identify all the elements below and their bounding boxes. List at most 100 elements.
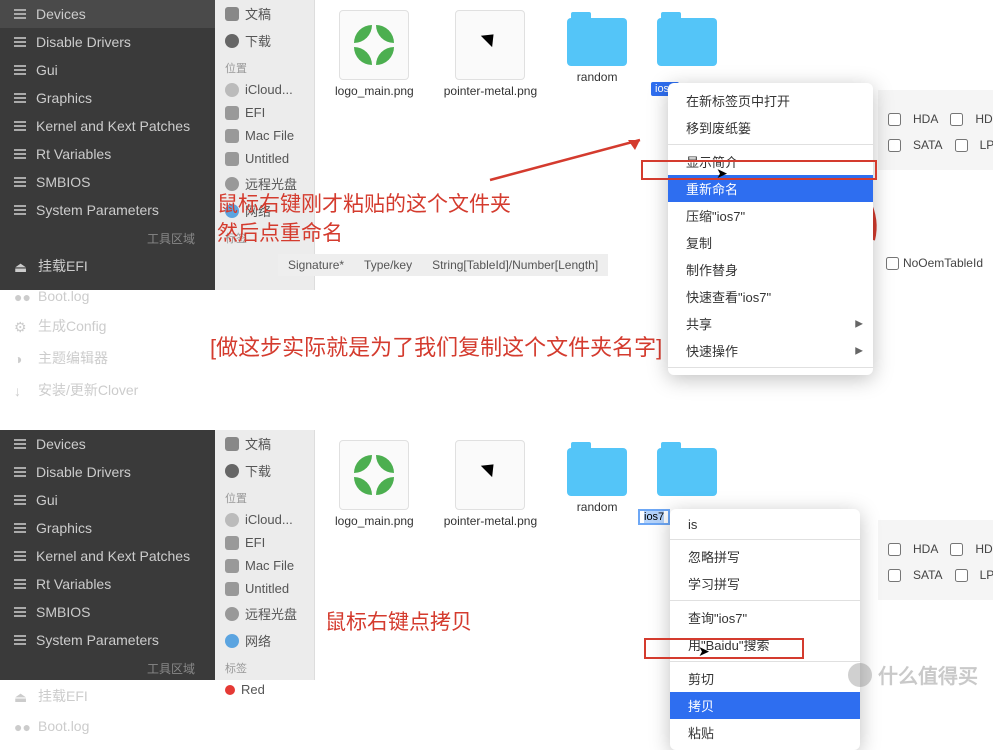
sidebar-item-gui[interactable]: Gui	[0, 56, 215, 84]
sidebar-item-rt[interactable]: Rt Variables	[0, 570, 215, 598]
file-thumb	[455, 10, 525, 80]
checkbox-nooem[interactable]	[886, 257, 899, 270]
mouse-cursor-icon: ➤	[716, 165, 728, 182]
finder-sb-downloads[interactable]: 下载	[215, 457, 314, 484]
ctx-learn-spell[interactable]: 学习拼写	[670, 570, 860, 597]
sidebar-item-kernel[interactable]: Kernel and Kext Patches	[0, 542, 215, 570]
sidebar-item-sysparams[interactable]: System Parameters	[0, 626, 215, 654]
sidebar-item-graphics[interactable]: Graphics	[0, 84, 215, 112]
file-pointer[interactable]: pointer-metal.png	[444, 10, 537, 98]
finder-sb-network[interactable]: 网络	[215, 627, 314, 654]
tool-install[interactable]: ↓安装/更新Clover	[0, 374, 215, 406]
checkbox-sata[interactable]	[888, 569, 901, 582]
screenshot-bottom: Devices Disable Drivers Gui Graphics Ker…	[0, 430, 993, 680]
screenshot-top: Devices Disable Drivers Gui Graphics Ker…	[0, 0, 993, 290]
file-random[interactable]: random	[567, 10, 627, 98]
checkbox-hda[interactable]	[888, 543, 901, 556]
label-sata: SATA	[913, 568, 943, 582]
sidebar-item-gui[interactable]: Gui	[0, 486, 215, 514]
sidebar-item-rt[interactable]: Rt Variables	[0, 140, 215, 168]
file-logo[interactable]: logo_main.png	[335, 10, 414, 98]
label-hdmi: HDMI	[975, 542, 993, 556]
sidebar-item-smbios[interactable]: SMBIOS	[0, 598, 215, 626]
checkbox-lpc[interactable]	[955, 139, 968, 152]
label-lpc: LPC	[980, 138, 993, 152]
sidebar-item-kernel[interactable]: Kernel and Kext Patches	[0, 112, 215, 140]
sidebar-section-tools: 工具区域	[0, 224, 215, 250]
ctx-duplicate[interactable]: 复制	[668, 229, 873, 256]
finder-sb-icloud[interactable]: iCloud...	[215, 78, 314, 101]
finder-sb-icloud[interactable]: iCloud...	[215, 508, 314, 531]
checkbox-hdmi[interactable]	[950, 113, 963, 126]
mount-icon: ⏏	[14, 689, 28, 703]
finder-sb-documents[interactable]: 文稿	[215, 0, 314, 27]
list-icon	[14, 205, 26, 215]
file-label: random	[577, 500, 618, 514]
sidebar-item-disable-drivers[interactable]: Disable Drivers	[0, 458, 215, 486]
finder-sb-documents[interactable]: 文稿	[215, 430, 314, 457]
bootlog-icon: ●●	[14, 289, 28, 303]
tag-red-icon	[225, 685, 235, 695]
tool-bootlog[interactable]: ●●Boot.log	[0, 712, 215, 740]
sidebar-item-sysparams[interactable]: System Parameters	[0, 196, 215, 224]
ctx-trash[interactable]: 移到废纸篓	[668, 114, 873, 141]
finder-sb-macfile[interactable]: Mac File	[215, 554, 314, 577]
sidebar-item-devices[interactable]: Devices	[0, 430, 215, 458]
ctx-separator	[668, 144, 873, 145]
th-string: String[TableId]/Number[Length]	[432, 258, 598, 272]
folder-icon	[657, 448, 717, 496]
ctx-quickactions[interactable]: 快速操作▶	[668, 337, 873, 364]
tool-genconfig[interactable]: ⚙生成Config	[0, 310, 215, 342]
ctx-open-new-tab[interactable]: 在新标签页中打开	[668, 87, 873, 114]
finder-sb-efi[interactable]: EFI	[215, 531, 314, 554]
ctx-cut[interactable]: 剪切	[670, 665, 860, 692]
checkbox-hda[interactable]	[888, 113, 901, 126]
finder-sb-section-locations: 位置	[215, 54, 314, 78]
file-pointer[interactable]: pointer-metal.png	[444, 440, 537, 528]
ctx-is[interactable]: is	[670, 513, 860, 536]
finder-sb-remote[interactable]: 远程光盘	[215, 600, 314, 627]
finder-sb-untitled[interactable]: Untitled	[215, 147, 314, 170]
sidebar-item-disable-drivers[interactable]: Disable Drivers	[0, 28, 215, 56]
gear-icon: ⚙	[14, 319, 28, 333]
file-logo[interactable]: logo_main.png	[335, 440, 414, 528]
th-type: Type/key	[364, 258, 412, 272]
checkbox-hdmi[interactable]	[950, 543, 963, 556]
folder-icon	[657, 18, 717, 66]
finder-sb-untitled[interactable]: Untitled	[215, 577, 314, 600]
ctx-compress[interactable]: 压缩"ios7"	[668, 202, 873, 229]
tool-bootlog[interactable]: ●●Boot.log	[0, 282, 215, 310]
finder-sb-downloads[interactable]: 下载	[215, 27, 314, 54]
ctx-share[interactable]: 共享▶	[668, 310, 873, 337]
ctx-ignore-spell[interactable]: 忽略拼写	[670, 543, 860, 570]
annotation-rename: 鼠标右键刚才粘贴的这个文件夹 然后点重命名	[217, 190, 511, 249]
finder-sb-section-tags: 标签	[215, 654, 314, 678]
tool-mount-efi[interactable]: ⏏挂载EFI	[0, 250, 215, 282]
ctx-rename[interactable]: 重新命名	[668, 175, 873, 202]
network-icon	[225, 634, 239, 648]
annotation-copy: 鼠标右键点拷贝	[325, 608, 472, 637]
sidebar-item-devices[interactable]: Devices	[0, 0, 215, 28]
ctx-copy[interactable]: 拷贝	[670, 692, 860, 719]
tool-theme[interactable]: ◑主题编辑器	[0, 342, 215, 374]
right-panel: HDAHDMI SATALPC	[878, 520, 993, 600]
file-random[interactable]: random	[567, 440, 627, 528]
ctx-alias[interactable]: 制作替身	[668, 256, 873, 283]
ctx-lookup[interactable]: 查询"ios7"	[670, 604, 860, 631]
finder-sb-tag-red[interactable]: Red	[215, 678, 314, 701]
checkbox-lpc[interactable]	[955, 569, 968, 582]
sidebar-item-smbios[interactable]: SMBIOS	[0, 168, 215, 196]
ctx-getinfo[interactable]: 显示简介	[668, 148, 873, 175]
finder-sb-efi[interactable]: EFI	[215, 101, 314, 124]
label-hda: HDA	[913, 112, 938, 126]
finder-sb-macfile[interactable]: Mac File	[215, 124, 314, 147]
ios7-editing-label[interactable]: ios7	[638, 509, 670, 525]
file-thumb	[339, 440, 409, 510]
sidebar-item-graphics[interactable]: Graphics	[0, 514, 215, 542]
ctx-paste[interactable]: 粘贴	[670, 719, 860, 746]
ctx-quicklook[interactable]: 快速查看"ios7"	[668, 283, 873, 310]
tool-mount-efi[interactable]: ⏏挂载EFI	[0, 680, 215, 712]
downloads-icon	[225, 464, 239, 478]
checkbox-sata[interactable]	[888, 139, 901, 152]
sidebar-section-tools: 工具区域	[0, 654, 215, 680]
